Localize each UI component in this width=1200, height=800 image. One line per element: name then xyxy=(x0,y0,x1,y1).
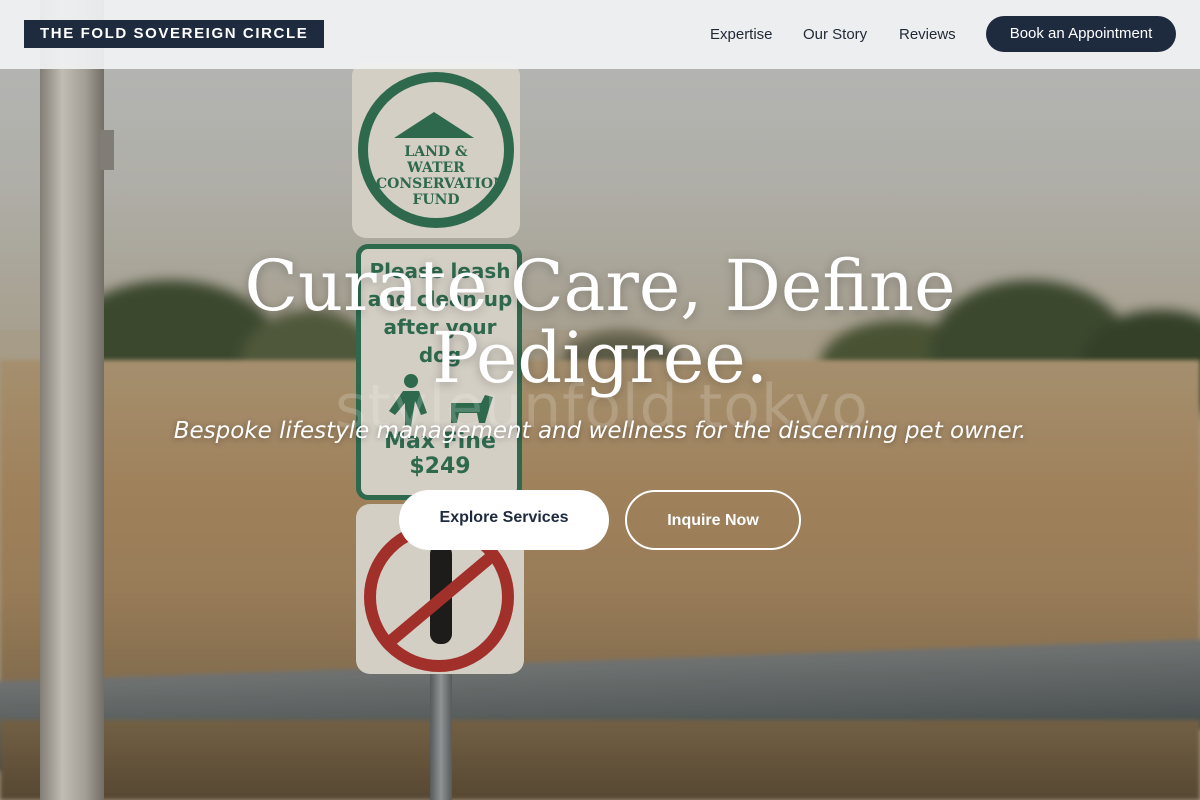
nav-link-expertise[interactable]: Expertise xyxy=(710,0,773,69)
nav-link-our-story[interactable]: Our Story xyxy=(803,0,867,69)
site-header: THE FOLD SOVEREIGN CIRCLE Expertise Our … xyxy=(0,0,1200,69)
explore-services-button[interactable]: Explore Services xyxy=(399,490,609,550)
inquire-now-button[interactable]: Inquire Now xyxy=(625,490,801,550)
nav-link-reviews[interactable]: Reviews xyxy=(899,0,956,69)
hero-subtitle: Bespoke lifestyle management and wellnes… xyxy=(173,418,1027,444)
book-appointment-button[interactable]: Book an Appointment xyxy=(986,16,1176,52)
hero-title: Curate Care, Define Pedigree. xyxy=(244,245,956,399)
hero-background-photo: LAND & WATER CONSERVATION FUND Please le… xyxy=(0,0,1200,800)
brand-logo[interactable]: THE FOLD SOVEREIGN CIRCLE xyxy=(24,20,325,48)
